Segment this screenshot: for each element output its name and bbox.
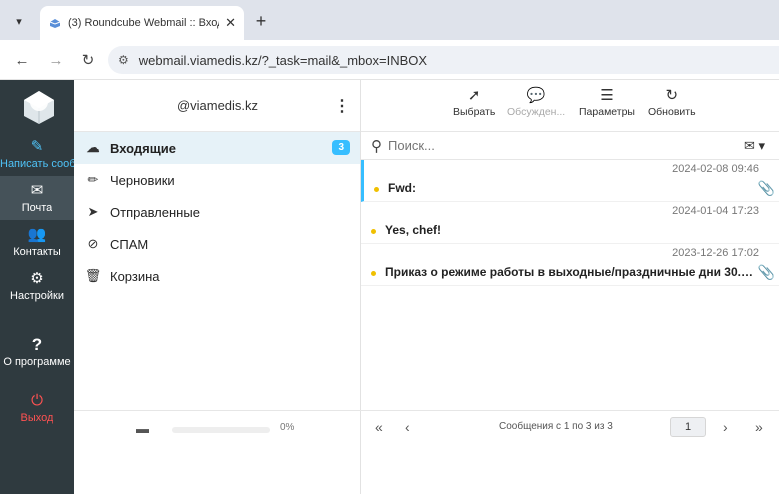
folders-header: @viamedis.kz ⋮ — [74, 80, 360, 132]
message-row[interactable]: 2023-12-26 17:02 Приказ о режиме работы … — [361, 244, 779, 286]
refresh-icon: ↻ — [665, 87, 679, 104]
folder-label: Отправленные — [110, 204, 200, 220]
compose-button[interactable]: ✎ Написать сообщение — [0, 132, 74, 176]
page-number-input[interactable]: 1 — [670, 417, 706, 437]
roundcube-favicon-icon — [49, 19, 61, 28]
tab-close-icon[interactable]: ✕ — [225, 15, 236, 31]
select-label: Выбрать — [453, 106, 496, 118]
pagination-bar: « ‹ Сообщения с 1 по 3 из 3 1 › » — [361, 410, 779, 494]
next-page-icon[interactable]: › — [723, 419, 728, 435]
mail-label: Почта — [21, 201, 53, 214]
folder-trash[interactable]: 🗑 Корзина — [74, 260, 360, 292]
search-bar: ⚲ ✉ ▾ — [361, 132, 779, 160]
tab-title: (3) Roundcube Webmail :: Входящие — [68, 17, 219, 29]
folder-drafts[interactable]: ✏ Черновики — [74, 164, 360, 196]
about-nav-button[interactable]: ? О программе — [0, 330, 74, 374]
folders-panel: @viamedis.kz ⋮ ☁ Входящие 3 ✏ Черновики … — [74, 80, 361, 494]
quota-bar — [172, 427, 270, 433]
message-toolbar: ➚ Выбрать 💬 Обсужден... ☰ Параметры ↻ Об… — [361, 80, 779, 132]
message-subject: Yes, chef! — [385, 223, 442, 237]
contacts-label: Контакты — [13, 245, 61, 258]
account-name: @viamedis.kz — [176, 98, 259, 113]
paper-plane-icon: ➤ — [87, 204, 99, 219]
reload-icon[interactable]: ↻ — [78, 50, 98, 70]
message-row[interactable]: 2024-02-08 09:46 Fwd: 📎 — [361, 160, 779, 202]
first-page-icon[interactable]: « — [375, 419, 383, 435]
compose-icon: ✎ — [30, 137, 44, 155]
folders-footer: ▬ 0% — [74, 410, 361, 494]
roundcube-app: ✎ Написать сообщение ✉ Почта 👥 Контакты … — [0, 80, 779, 494]
sliders-icon: ☰ — [600, 87, 614, 104]
refresh-button[interactable]: ↻ Обновить — [648, 86, 696, 118]
folder-label: Черновики — [110, 172, 175, 188]
spam-icon: ⊘ — [87, 236, 99, 251]
logout-label: Выход — [20, 411, 54, 424]
address-bar: ← → ↻ ⚙ webmail.viamedis.kz/?_task=mail&… — [0, 40, 779, 80]
folder-actions-menu-icon[interactable]: ⋮ — [334, 96, 350, 116]
message-list-panel: ➚ Выбрать 💬 Обсужден... ☰ Параметры ↻ Об… — [361, 80, 779, 494]
url-field[interactable]: ⚙ webmail.viamedis.kz/?_task=mail&_mbox=… — [108, 46, 779, 74]
cursor-icon: ➚ — [467, 87, 481, 104]
roundcube-logo-icon — [24, 91, 54, 124]
refresh-label: Обновить — [648, 106, 696, 118]
prev-page-icon[interactable]: ‹ — [405, 419, 410, 435]
select-button[interactable]: ➚ Выбрать — [453, 86, 495, 118]
threads-button[interactable]: 💬 Обсужден... — [507, 86, 565, 118]
envelope-icon: ✉ — [30, 181, 44, 199]
attachment-icon: 📎 — [757, 264, 775, 280]
folder-label: Корзина — [110, 268, 160, 284]
gear-icon: ⚙ — [30, 269, 44, 287]
search-input[interactable] — [388, 138, 688, 153]
compose-label: Написать сообщение — [0, 157, 74, 170]
threads-label: Обсужден... — [507, 106, 566, 118]
logout-button[interactable]: ⏻ Выход — [0, 386, 74, 430]
message-row[interactable]: 2024-01-04 17:23 Yes, chef! — [361, 202, 779, 244]
pencil-icon: ✏ — [87, 172, 99, 187]
message-subject: Приказ о режиме работы в выходные/праздн… — [385, 265, 755, 279]
forward-icon[interactable]: → — [46, 50, 66, 70]
message-date: 2024-02-08 09:46 — [672, 163, 759, 175]
power-icon: ⏻ — [31, 391, 43, 409]
unread-dot-icon — [374, 187, 379, 192]
main-navigation: ✎ Написать сообщение ✉ Почта 👥 Контакты … — [0, 80, 74, 494]
options-label: Параметры — [579, 106, 635, 118]
envelope-filter-icon[interactable]: ✉ ▾ — [744, 138, 765, 154]
folder-label: СПАМ — [110, 236, 149, 252]
unread-dot-icon — [371, 229, 376, 234]
back-icon[interactable]: ← — [12, 50, 32, 70]
mail-nav-button[interactable]: ✉ Почта — [0, 176, 74, 220]
attachment-icon: 📎 — [757, 180, 775, 196]
comments-icon: 💬 — [526, 87, 546, 104]
url-text: webmail.viamedis.kz/?_task=mail&_mbox=IN… — [138, 52, 428, 68]
contacts-icon: 👥 — [27, 225, 47, 243]
options-button[interactable]: ☰ Параметры — [579, 86, 635, 118]
tab-search-chevron-icon[interactable]: ▾ — [8, 10, 30, 32]
unread-count-badge: 3 — [332, 140, 350, 155]
about-label: О программе — [3, 355, 71, 368]
message-date: 2024-01-04 17:23 — [672, 205, 759, 217]
folder-inbox[interactable]: ☁ Входящие 3 — [74, 132, 360, 164]
contacts-nav-button[interactable]: 👥 Контакты — [0, 220, 74, 264]
quota-text: 0% — [280, 422, 295, 433]
new-tab-icon[interactable]: + — [250, 10, 272, 32]
message-subject: Fwd: — [388, 181, 416, 195]
settings-label: Настройки — [10, 289, 64, 302]
browser-tabbar: ▾ (3) Roundcube Webmail :: Входящие ✕ + — [0, 0, 779, 40]
last-page-icon[interactable]: » — [755, 419, 763, 435]
folder-spam[interactable]: ⊘ СПАМ — [74, 228, 360, 260]
pagination-info: Сообщения с 1 по 3 из 3 — [499, 421, 613, 432]
site-info-icon[interactable]: ⚙ — [118, 53, 129, 67]
unread-dot-icon — [371, 271, 376, 276]
folder-sent[interactable]: ➤ Отправленные — [74, 196, 360, 228]
storage-drive-icon: ▬ — [136, 421, 149, 436]
browser-tab[interactable]: (3) Roundcube Webmail :: Входящие ✕ — [40, 6, 244, 40]
settings-nav-button[interactable]: ⚙ Настройки — [0, 264, 74, 308]
inbox-icon: ☁ — [86, 140, 100, 155]
trash-icon: 🗑 — [84, 268, 102, 283]
message-date: 2023-12-26 17:02 — [672, 247, 759, 259]
search-icon[interactable]: ⚲ — [371, 137, 382, 155]
folder-label: Входящие — [110, 140, 176, 156]
question-icon: ? — [31, 334, 43, 354]
